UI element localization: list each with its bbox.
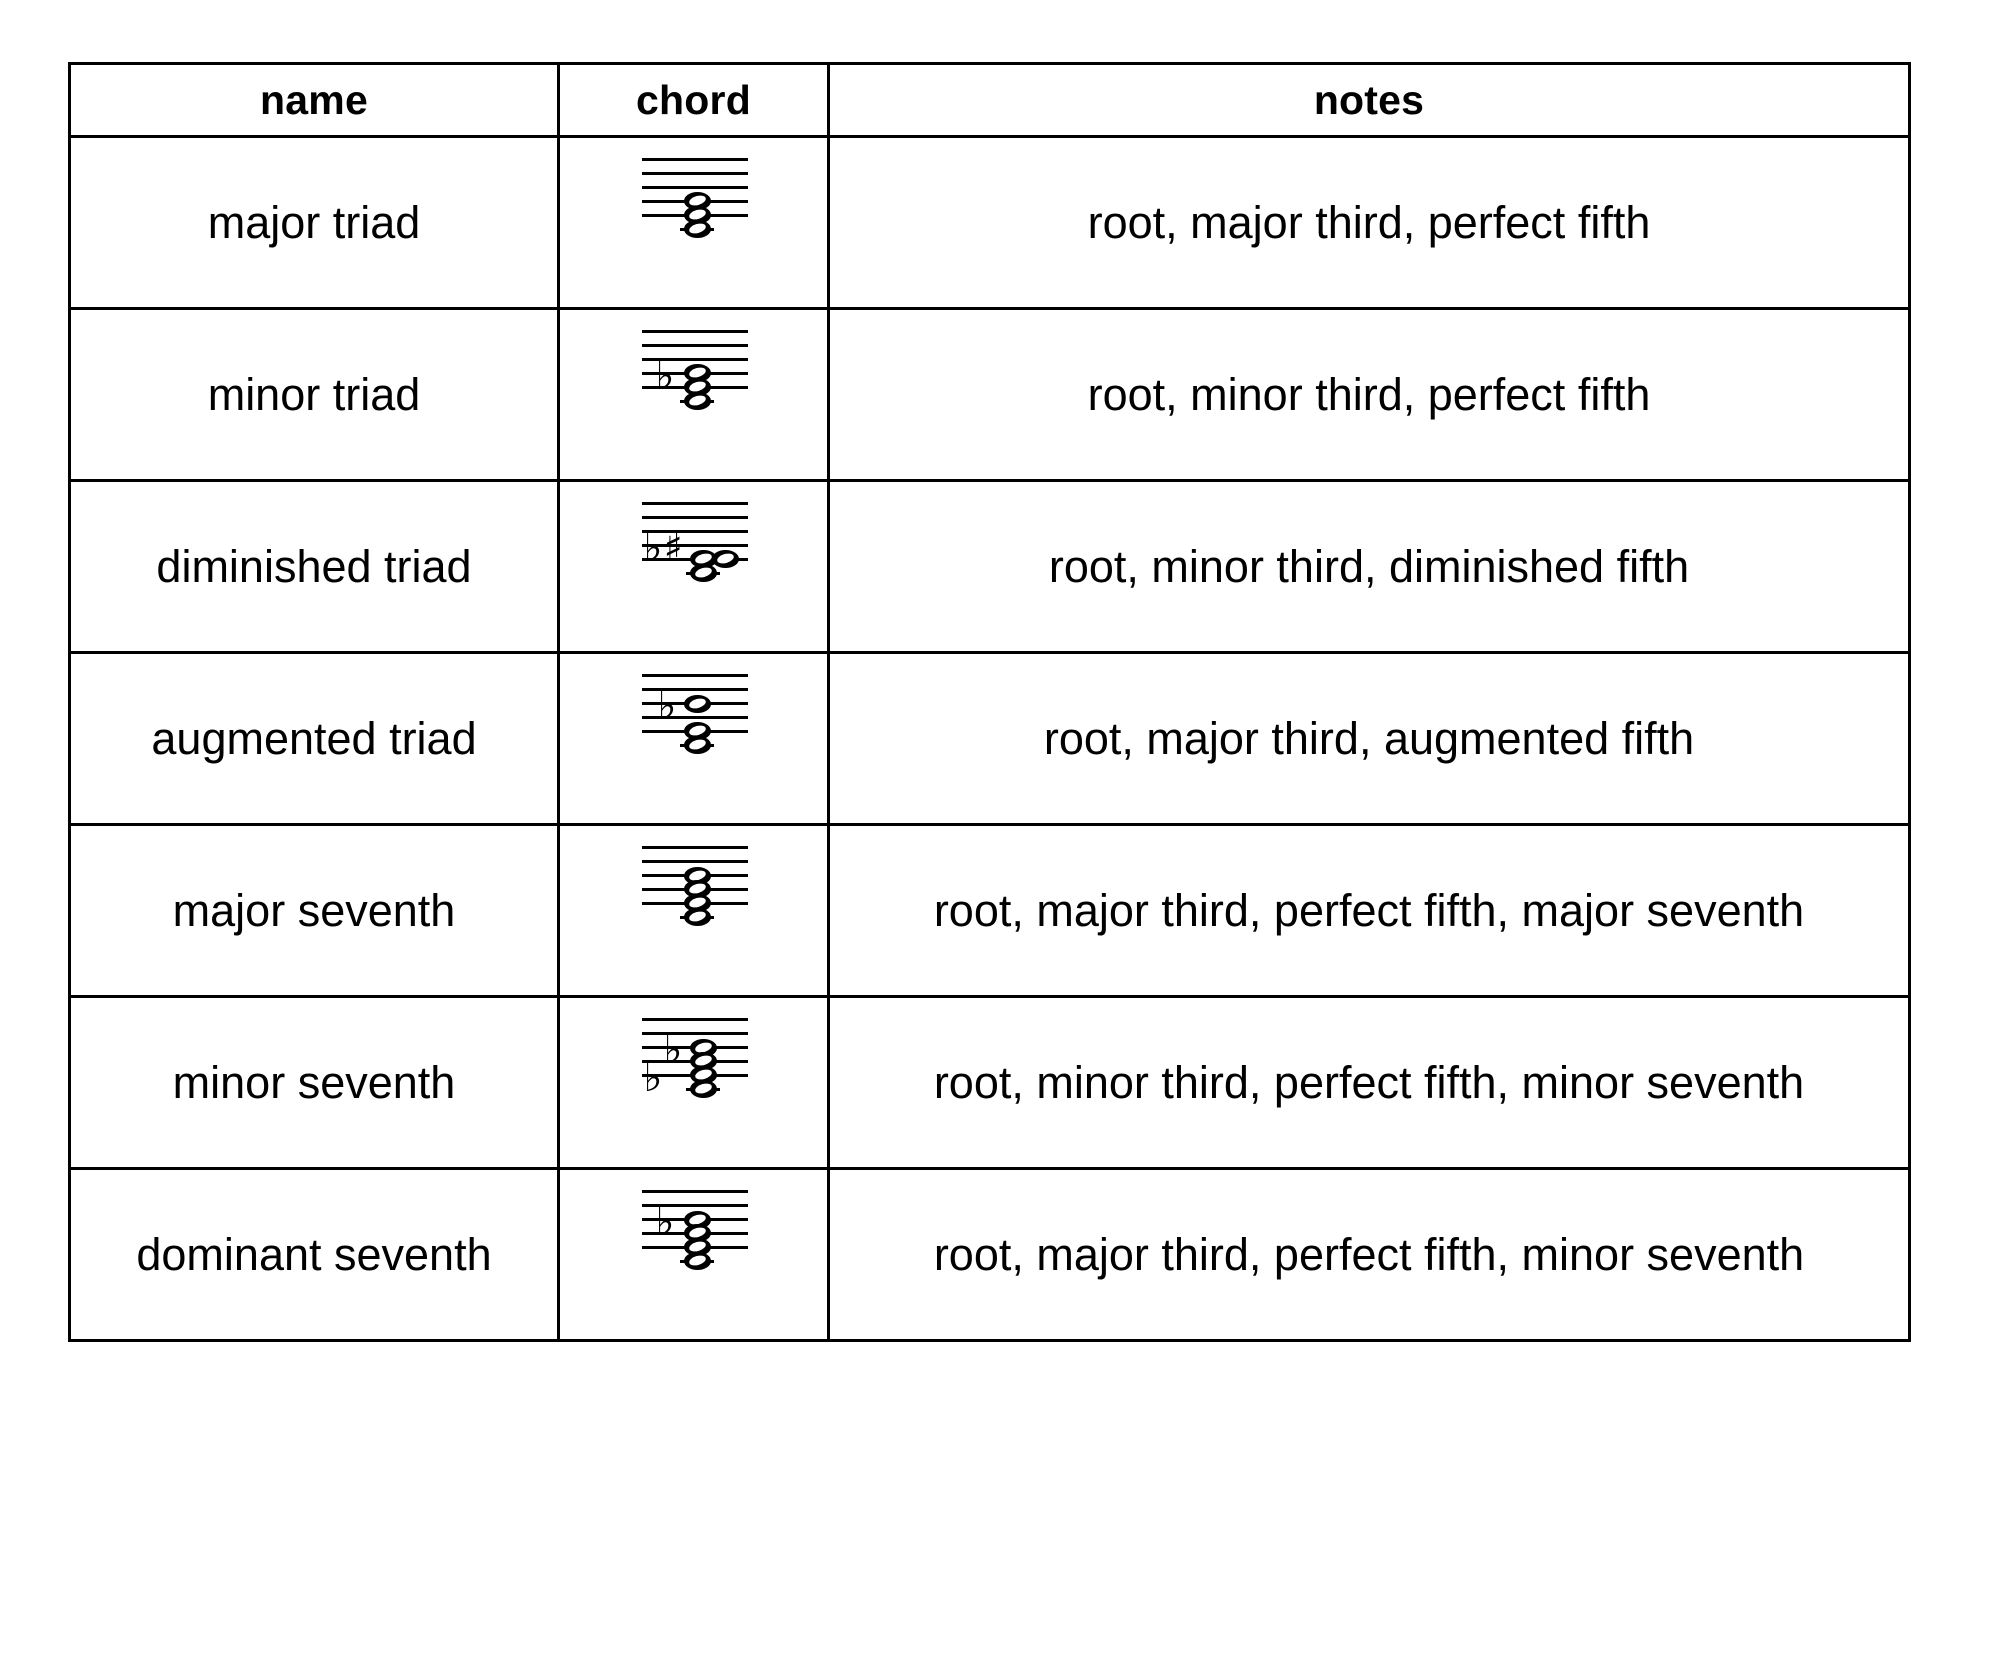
chord-name: major seventh — [68, 823, 560, 998]
chord-notes: root, major third, perfect fifth, minor … — [827, 1167, 1911, 1342]
table-row: major triad root, major third, perfect f… — [68, 135, 1911, 310]
notehead — [689, 1079, 717, 1098]
chord-name: dominant seventh — [68, 1167, 560, 1342]
staff-line — [641, 343, 748, 347]
chord-notes: root, minor third, perfect fifth, minor … — [827, 995, 1911, 1170]
chord-notes: root, minor third, perfect fifth — [827, 307, 1911, 482]
table-row: major seventh root, major third, perfect… — [68, 823, 1911, 998]
notehead — [683, 735, 711, 754]
column-header-name: name — [68, 62, 560, 138]
staff-line — [641, 859, 748, 863]
table-row: minor seventh ♭ ♭ root, minor third, per… — [68, 995, 1911, 1170]
table-row: minor triad ♭ root, minor third, perfect… — [68, 307, 1911, 482]
flat-accidental-icon: ♭ — [655, 352, 675, 399]
chord-notation-cell: ♭ three stacked whole notes with a flat … — [557, 651, 830, 826]
staff-lines — [641, 157, 748, 238]
staff-line — [641, 1017, 748, 1021]
staff-line — [641, 171, 748, 175]
table-header: name chord notes — [68, 62, 1911, 138]
chord-notation-cell: ♭ four stacked whole notes with one flat… — [557, 1167, 830, 1342]
staff-notation-major-triad: three stacked whole notes on the lower s… — [628, 157, 760, 288]
chord-notation-cell: ♭ ♯ three stacked whole notes with a fla… — [557, 479, 830, 654]
staff-notation-dominant-seventh: ♭ four stacked whole notes with one flat… — [628, 1189, 760, 1320]
chord-name: diminished triad — [68, 479, 560, 654]
staff-notation-diminished-triad: ♭ ♯ three stacked whole notes with a fla… — [628, 501, 760, 632]
notehead — [683, 1251, 711, 1270]
table-row: augmented triad ♭ root, major third, aug… — [68, 651, 1911, 826]
chord-notes: root, major third, perfect fifth — [827, 135, 1911, 310]
table-body: major triad root, major third, perfect f… — [68, 135, 1911, 1342]
staff-lines: ♭ — [641, 673, 748, 754]
flat-accidental-icon: ♭ — [657, 682, 677, 729]
staff-lines: ♭ ♭ — [641, 1017, 748, 1098]
staff-notation-augmented-triad: ♭ three stacked whole notes with a flat … — [628, 673, 760, 804]
staff-line — [641, 1189, 748, 1193]
notehead — [683, 391, 711, 410]
chord-name: minor seventh — [68, 995, 560, 1170]
flat-accidental-icon: ♭ — [663, 1026, 683, 1073]
staff-lines: ♭ ♯ — [641, 501, 748, 582]
chord-notation-cell: ♭ ♭ four stacked whole notes with two fl… — [557, 995, 830, 1170]
notehead — [683, 907, 711, 926]
staff-line — [641, 845, 748, 849]
staff-line — [641, 501, 748, 505]
staff-lines — [641, 845, 748, 926]
flat-accidental-icon: ♭ — [643, 1054, 663, 1101]
staff-line — [641, 673, 748, 677]
table-row: dominant seventh ♭ root, major third, pe… — [68, 1167, 1911, 1342]
staff-lines: ♭ — [641, 1189, 748, 1270]
staff-notation-minor-seventh: ♭ ♭ four stacked whole notes with two fl… — [628, 1017, 760, 1148]
chord-notation-cell: three stacked whole notes on the lower s… — [557, 135, 830, 310]
staff-notation-major-seventh: four stacked whole notes, no accidentals — [628, 845, 760, 976]
chord-name: minor triad — [68, 307, 560, 482]
table-row: diminished triad ♭ ♯ root, minor third, … — [68, 479, 1911, 654]
staff-line — [641, 515, 748, 519]
notehead — [711, 549, 739, 568]
staff-line — [641, 1031, 748, 1035]
sharp-accidental-icon: ♯ — [663, 524, 683, 571]
chord-notation-cell: four stacked whole notes, no accidentals — [557, 823, 830, 998]
chord-notes: root, major third, augmented fifth — [827, 651, 1911, 826]
staff-line — [641, 185, 748, 189]
flat-accidental-icon: ♭ — [643, 524, 663, 571]
chord-types-table: name chord notes major triad root, major… — [68, 62, 1911, 1342]
staff-lines: ♭ — [641, 329, 748, 410]
staff-notation-minor-triad: ♭ three stacked whole notes with one fla… — [628, 329, 760, 460]
flat-accidental-icon: ♭ — [655, 1198, 675, 1245]
column-header-chord: chord — [557, 62, 830, 138]
staff-line — [641, 329, 748, 333]
notehead — [683, 219, 711, 238]
staff-line — [641, 157, 748, 161]
chord-reference-sheet: name chord notes major triad root, major… — [0, 0, 2000, 1670]
column-header-notes: notes — [827, 62, 1911, 138]
chord-name: major triad — [68, 135, 560, 310]
notehead — [683, 694, 711, 713]
chord-notes: root, major third, perfect fifth, major … — [827, 823, 1911, 998]
table-header-row: name chord notes — [68, 62, 1911, 138]
notehead — [689, 563, 717, 582]
chord-notation-cell: ♭ three stacked whole notes with one fla… — [557, 307, 830, 482]
chord-name: augmented triad — [68, 651, 560, 826]
chord-notes: root, minor third, diminished fifth — [827, 479, 1911, 654]
